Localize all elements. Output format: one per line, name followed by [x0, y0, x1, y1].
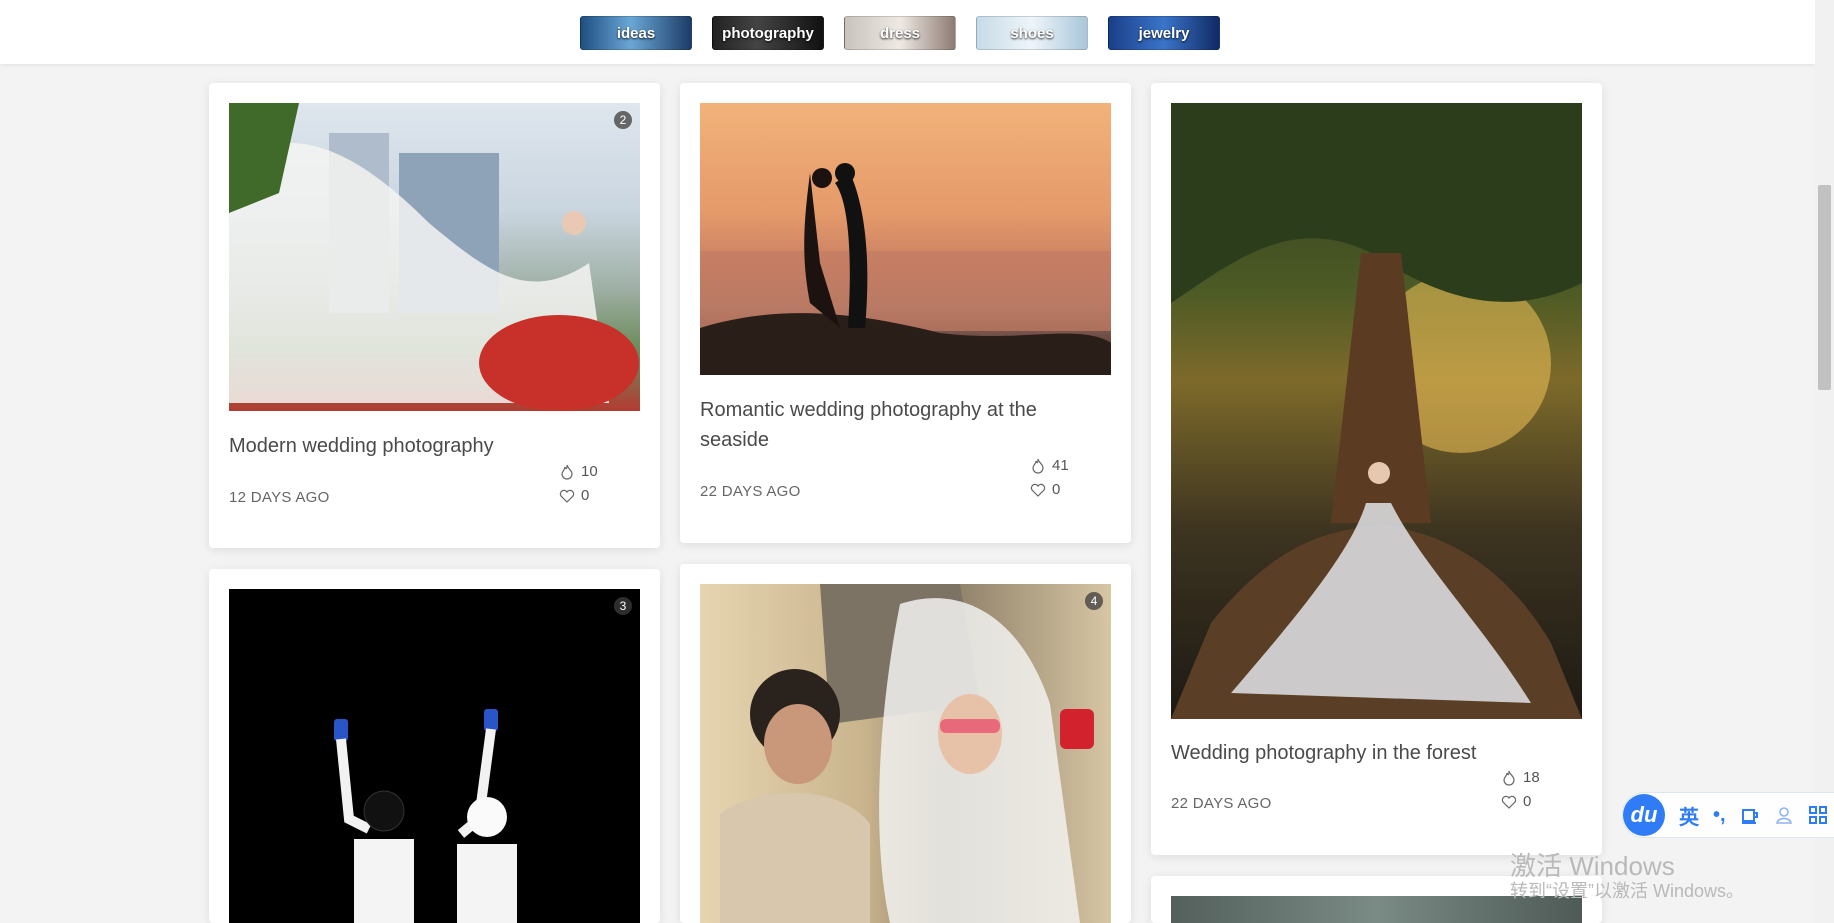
category-bar: ideas photography dress shoes jewelry — [0, 0, 1815, 64]
category-photography[interactable]: photography — [712, 16, 824, 50]
ime-toolbar[interactable]: du 英 •, — [1622, 792, 1834, 838]
ime-logo[interactable]: du — [1623, 794, 1665, 836]
activation-watermark-subtitle: 转到“设置”以激活 Windows。 — [1510, 881, 1745, 901]
ime-punctuation-toggle[interactable]: •, — [1713, 804, 1726, 827]
category-label: dress — [879, 24, 921, 42]
grid-icon[interactable] — [1808, 805, 1828, 825]
post-card[interactable]: 4 — [680, 564, 1131, 923]
category-label: shoes — [1010, 24, 1054, 42]
like-count-value: 0 — [1523, 793, 1532, 810]
heart-icon — [1030, 483, 1046, 497]
category-label: ideas — [616, 24, 656, 42]
photo-illustration — [720, 584, 1094, 923]
category-shoes[interactable]: shoes — [976, 16, 1088, 50]
post-image[interactable]: 3 — [229, 589, 640, 923]
heart-icon — [559, 489, 575, 503]
cup-icon[interactable] — [1740, 805, 1760, 825]
photo-illustration — [229, 103, 639, 411]
like-count-value: 0 — [1052, 481, 1061, 498]
post-date: 22 DAYS AGO — [700, 483, 801, 500]
post-image[interactable]: 4 — [700, 584, 1111, 923]
post-image[interactable] — [700, 103, 1111, 375]
flame-icon — [1503, 770, 1515, 786]
photo-illustration — [1171, 103, 1582, 719]
post-card[interactable]: 2 Modern wedding photography 12 DAYS AGO… — [209, 83, 660, 548]
category-list: ideas photography dress shoes jewelry — [580, 16, 1220, 50]
post-title[interactable]: Wedding photography in the forest — [1171, 738, 1571, 768]
view-count-value: 18 — [1523, 769, 1540, 786]
category-jewelry[interactable]: jewelry — [1108, 16, 1220, 50]
view-count: 41 — [1030, 457, 1069, 474]
post-card[interactable]: Romantic wedding photography at the seas… — [680, 83, 1131, 543]
image-count-badge: 2 — [614, 111, 632, 129]
category-dress[interactable]: dress — [844, 16, 956, 50]
photo-illustration — [700, 163, 1111, 375]
post-image[interactable]: 2 — [229, 103, 640, 411]
photo-illustration — [334, 709, 517, 923]
flame-icon — [561, 464, 573, 480]
like-count-value: 0 — [581, 487, 590, 504]
category-label: jewelry — [1138, 24, 1190, 42]
view-count-value: 10 — [581, 463, 598, 480]
category-label: photography — [722, 24, 814, 42]
scrollbar-thumb[interactable] — [1818, 185, 1831, 390]
image-count-badge: 4 — [1085, 592, 1103, 610]
post-title[interactable]: Modern wedding photography — [229, 431, 629, 461]
like-count[interactable]: 0 — [1030, 481, 1060, 498]
like-count[interactable]: 0 — [1501, 793, 1531, 810]
heart-icon — [1501, 795, 1517, 809]
view-count-value: 41 — [1052, 457, 1069, 474]
post-card[interactable]: Wedding photography in the forest 22 DAY… — [1151, 83, 1602, 855]
view-count: 10 — [559, 463, 598, 480]
like-count[interactable]: 0 — [559, 487, 589, 504]
post-date: 12 DAYS AGO — [229, 489, 330, 506]
user-icon[interactable] — [1774, 805, 1794, 825]
post-card[interactable]: 3 — [209, 569, 660, 923]
image-count-badge: 3 — [614, 597, 632, 615]
category-ideas[interactable]: ideas — [580, 16, 692, 50]
post-image[interactable] — [1171, 103, 1582, 719]
ime-language-toggle[interactable]: 英 — [1679, 801, 1699, 830]
vertical-scrollbar[interactable] — [1815, 0, 1834, 923]
post-date: 22 DAYS AGO — [1171, 795, 1272, 812]
view-count: 18 — [1501, 769, 1540, 786]
flame-icon — [1032, 458, 1044, 474]
post-title[interactable]: Romantic wedding photography at the seas… — [700, 395, 1100, 455]
